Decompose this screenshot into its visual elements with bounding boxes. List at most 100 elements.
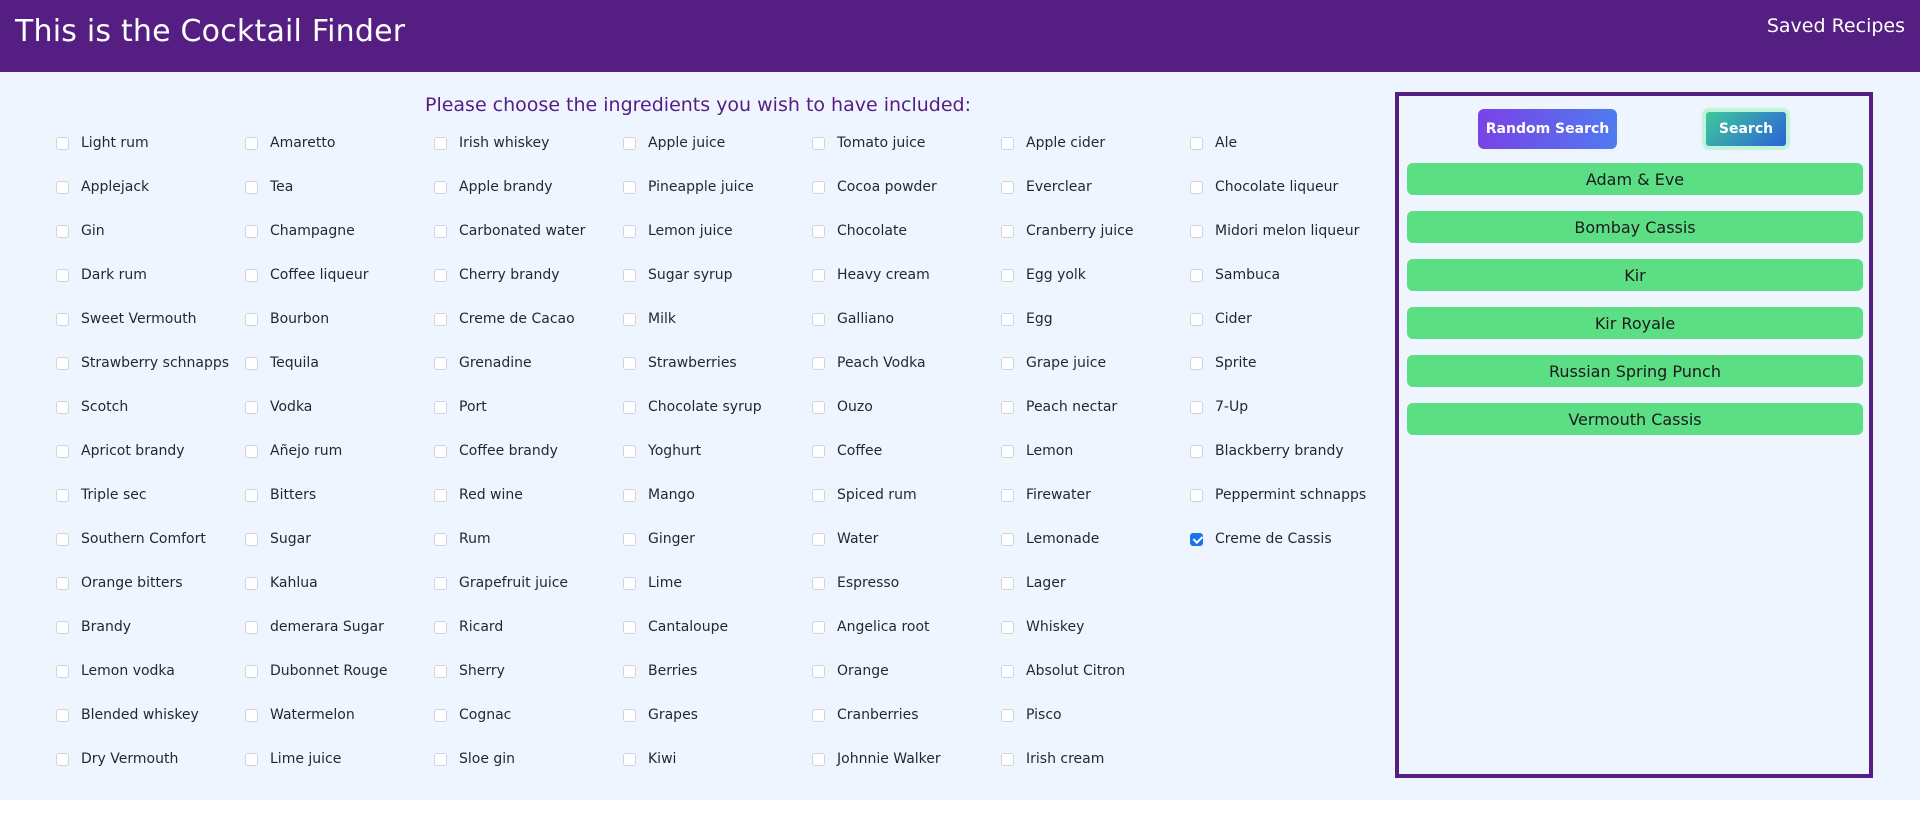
checkbox[interactable]: [56, 576, 69, 590]
checkbox[interactable]: [1190, 268, 1203, 282]
ingredient-option[interactable]: Carbonated water: [434, 221, 623, 241]
checkbox[interactable]: [56, 620, 69, 634]
ingredient-option[interactable]: Peach Vodka: [812, 353, 1001, 373]
ingredient-option[interactable]: Orange: [812, 661, 1001, 681]
checkbox[interactable]: [56, 664, 69, 678]
checkbox[interactable]: [623, 224, 636, 238]
checkbox[interactable]: [623, 576, 636, 590]
ingredient-option[interactable]: Espresso: [812, 573, 1001, 593]
checkbox[interactable]: [623, 268, 636, 282]
search-button[interactable]: Search: [1703, 109, 1789, 149]
checkbox[interactable]: [812, 708, 825, 722]
ingredient-option[interactable]: Whiskey: [1001, 617, 1190, 637]
ingredient-option[interactable]: Champagne: [245, 221, 434, 241]
checkbox[interactable]: [1190, 136, 1203, 150]
ingredient-option[interactable]: Sprite: [1190, 353, 1379, 373]
result-item[interactable]: Kir: [1407, 259, 1863, 291]
checkbox[interactable]: [623, 708, 636, 722]
checkbox[interactable]: [623, 180, 636, 194]
ingredient-option[interactable]: Apricot brandy: [56, 441, 245, 461]
ingredient-option[interactable]: Lemon: [1001, 441, 1190, 461]
checkbox[interactable]: [812, 532, 825, 546]
result-item[interactable]: Adam & Eve: [1407, 163, 1863, 195]
ingredient-option[interactable]: Water: [812, 529, 1001, 549]
ingredient-option[interactable]: Coffee brandy: [434, 441, 623, 461]
checkbox[interactable]: [812, 664, 825, 678]
checkbox[interactable]: [1001, 752, 1014, 766]
ingredient-option[interactable]: Angelica root: [812, 617, 1001, 637]
checkbox[interactable]: [623, 620, 636, 634]
ingredient-option[interactable]: Dry Vermouth: [56, 749, 245, 769]
checkbox[interactable]: [1001, 532, 1014, 546]
ingredient-option[interactable]: Creme de Cacao: [434, 309, 623, 329]
ingredient-option[interactable]: Chocolate liqueur: [1190, 177, 1379, 197]
ingredient-option[interactable]: Lime juice: [245, 749, 434, 769]
ingredient-option[interactable]: Milk: [623, 309, 812, 329]
ingredient-option[interactable]: Cider: [1190, 309, 1379, 329]
ingredient-option[interactable]: Kiwi: [623, 749, 812, 769]
checkbox[interactable]: [434, 268, 447, 282]
checkbox[interactable]: [56, 268, 69, 282]
checkbox[interactable]: [812, 576, 825, 590]
checkbox[interactable]: [245, 268, 258, 282]
ingredient-option[interactable]: Gin: [56, 221, 245, 241]
ingredient-option[interactable]: Lemon vodka: [56, 661, 245, 681]
ingredient-option[interactable]: Strawberries: [623, 353, 812, 373]
ingredient-option[interactable]: Strawberry schnapps: [56, 353, 245, 373]
ingredient-option[interactable]: Coffee liqueur: [245, 265, 434, 285]
ingredient-option[interactable]: Coffee: [812, 441, 1001, 461]
checkbox[interactable]: [1190, 444, 1203, 458]
checkbox[interactable]: [623, 444, 636, 458]
ingredient-option[interactable]: Blackberry brandy: [1190, 441, 1379, 461]
ingredient-option[interactable]: Amaretto: [245, 133, 434, 153]
ingredient-option[interactable]: Egg yolk: [1001, 265, 1190, 285]
ingredient-option[interactable]: Grapefruit juice: [434, 573, 623, 593]
checkbox[interactable]: [56, 224, 69, 238]
checkbox[interactable]: [812, 444, 825, 458]
checkbox[interactable]: [434, 224, 447, 238]
ingredient-option[interactable]: Cherry brandy: [434, 265, 623, 285]
checkbox[interactable]: [56, 708, 69, 722]
checkbox[interactable]: [245, 400, 258, 414]
checkbox[interactable]: [245, 224, 258, 238]
checkbox[interactable]: [1001, 312, 1014, 326]
ingredient-option[interactable]: Lager: [1001, 573, 1190, 593]
ingredient-option[interactable]: Orange bitters: [56, 573, 245, 593]
ingredient-option[interactable]: Light rum: [56, 133, 245, 153]
checkbox[interactable]: [434, 752, 447, 766]
ingredient-option[interactable]: Creme de Cassis: [1190, 529, 1379, 549]
checkbox[interactable]: [1001, 180, 1014, 194]
ingredient-option[interactable]: Grenadine: [434, 353, 623, 373]
checkbox[interactable]: [56, 312, 69, 326]
ingredient-option[interactable]: Applejack: [56, 177, 245, 197]
checkbox[interactable]: [245, 312, 258, 326]
checkbox[interactable]: [1001, 224, 1014, 238]
ingredient-option[interactable]: Chocolate syrup: [623, 397, 812, 417]
random-search-button[interactable]: Random Search: [1478, 109, 1617, 149]
ingredient-option[interactable]: Vodka: [245, 397, 434, 417]
checkbox[interactable]: [56, 444, 69, 458]
ingredient-option[interactable]: Cranberries: [812, 705, 1001, 725]
ingredient-option[interactable]: Grape juice: [1001, 353, 1190, 373]
ingredient-option[interactable]: Johnnie Walker: [812, 749, 1001, 769]
ingredient-option[interactable]: Scotch: [56, 397, 245, 417]
ingredient-option[interactable]: Rum: [434, 529, 623, 549]
checkbox[interactable]: [434, 532, 447, 546]
checkbox[interactable]: [812, 312, 825, 326]
ingredient-option[interactable]: Egg: [1001, 309, 1190, 329]
ingredient-option[interactable]: Peppermint schnapps: [1190, 485, 1379, 505]
ingredient-option[interactable]: Absolut Citron: [1001, 661, 1190, 681]
checkbox[interactable]: [1001, 664, 1014, 678]
checkbox[interactable]: [245, 752, 258, 766]
checkbox[interactable]: [1001, 444, 1014, 458]
ingredient-option[interactable]: Irish cream: [1001, 749, 1190, 769]
checkbox[interactable]: [434, 180, 447, 194]
checkbox[interactable]: [56, 356, 69, 370]
checkbox[interactable]: [1190, 312, 1203, 326]
ingredient-option[interactable]: Dark rum: [56, 265, 245, 285]
ingredient-option[interactable]: 7-Up: [1190, 397, 1379, 417]
ingredient-option[interactable]: Mango: [623, 485, 812, 505]
checkbox[interactable]: [434, 576, 447, 590]
ingredient-option[interactable]: Watermelon: [245, 705, 434, 725]
ingredient-option[interactable]: Grapes: [623, 705, 812, 725]
